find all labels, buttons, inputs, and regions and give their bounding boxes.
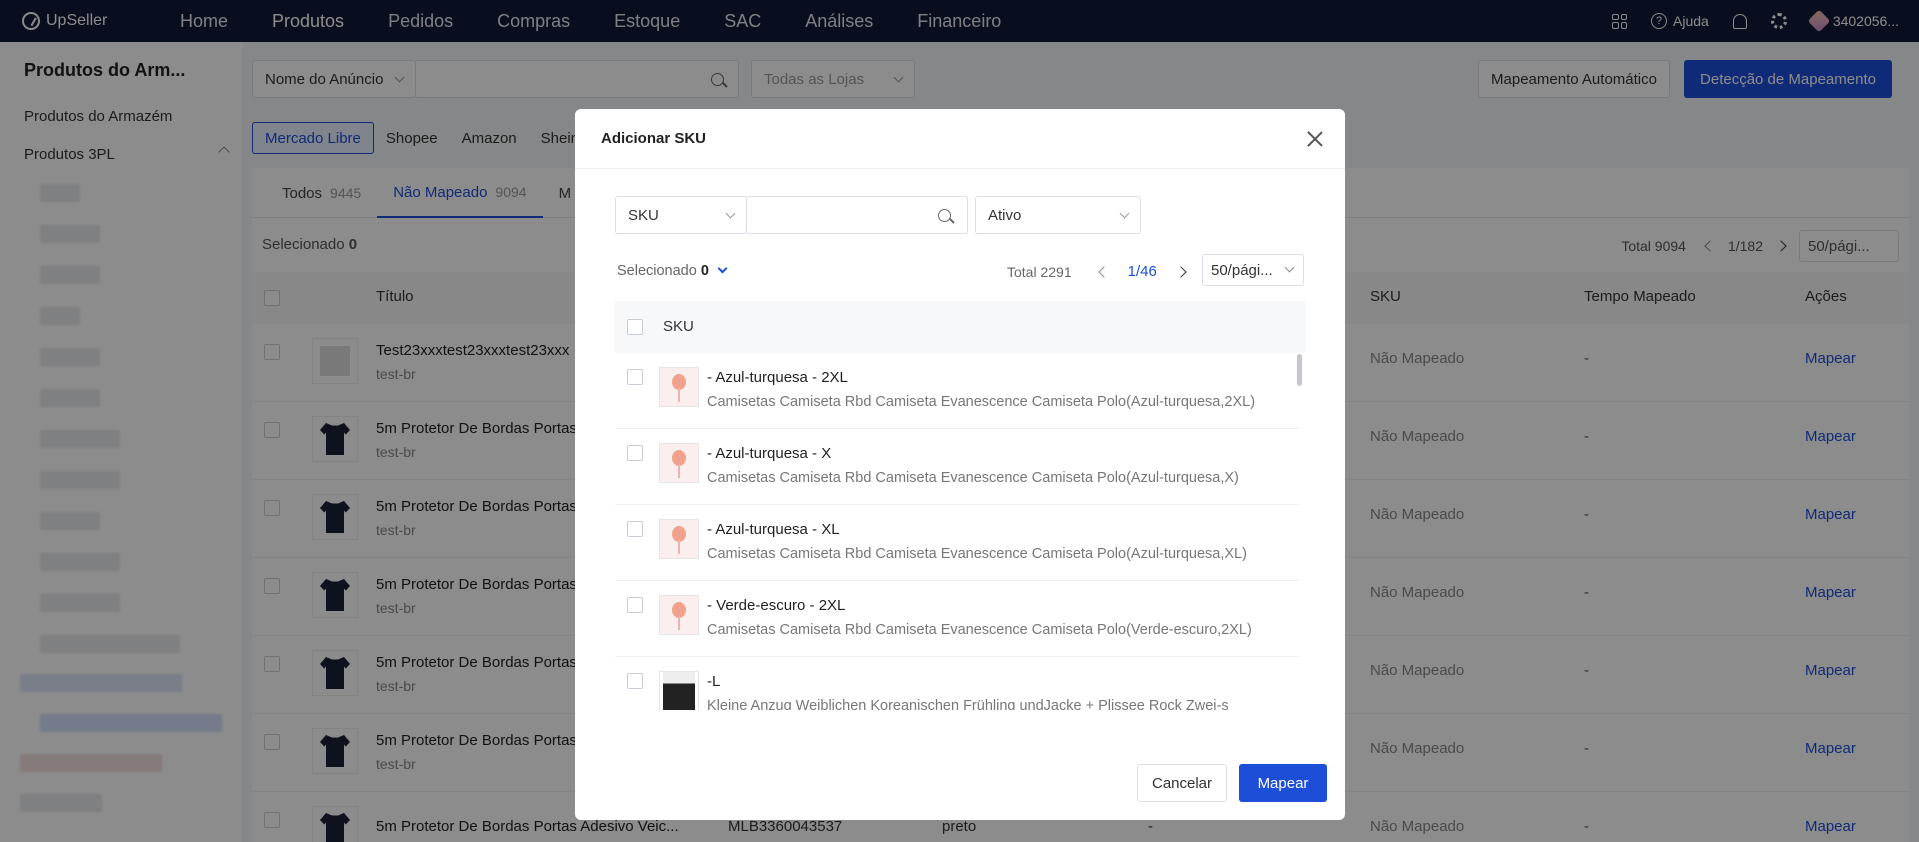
item-description: Camisetas Camiseta Rbd Camiseta Evanesce…: [707, 622, 1252, 638]
modal-page-size-value: 50/pági...: [1211, 261, 1273, 279]
item-description: Camisetas Camiseta Rbd Camiseta Evanesce…: [707, 394, 1256, 410]
chevron-down-icon: [1119, 208, 1130, 219]
item-checkbox[interactable]: [627, 369, 643, 385]
item-checkbox[interactable]: [627, 521, 643, 537]
item-description: Kleine Anzug Weiblichen Koreanischen Frü…: [707, 698, 1229, 710]
item-checkbox[interactable]: [627, 673, 643, 689]
modal-selected-dropdown[interactable]: Selecionado 0: [617, 263, 728, 279]
chevron-down-icon: [717, 263, 728, 274]
chevron-down-icon: [725, 208, 736, 219]
item-thumbnail: [659, 519, 699, 559]
modal-selected-count: 0: [700, 263, 709, 279]
add-sku-modal: Adicionar SKU SKU Ativo Selecionado 0 To…: [575, 109, 1345, 820]
modal-header-sku: SKU: [663, 318, 694, 335]
sku-list[interactable]: - Azul-turquesa - 2XL Camisetas Camiseta…: [615, 353, 1305, 710]
item-name: - Azul-turquesa - XL: [707, 521, 840, 538]
modal-status-select[interactable]: Ativo: [975, 196, 1141, 234]
filter-type-value: SKU: [628, 206, 659, 224]
modal-filter-type-select[interactable]: SKU: [615, 196, 747, 234]
chevron-down-icon: [1284, 262, 1295, 273]
map-button[interactable]: Mapear: [1239, 764, 1327, 802]
item-name: - Azul-turquesa - X: [707, 445, 832, 462]
modal-select-all-checkbox[interactable]: [627, 319, 643, 335]
item-description: Camisetas Camiseta Rbd Camiseta Evanesce…: [707, 546, 1247, 562]
cancel-button[interactable]: Cancelar: [1137, 764, 1227, 802]
modal-pagination: Total 2291 1/46: [1007, 263, 1187, 280]
item-thumbnail: [659, 367, 699, 407]
modal-total: Total 2291: [1007, 263, 1072, 280]
item-checkbox[interactable]: [627, 445, 643, 461]
modal-header: Adicionar SKU: [575, 109, 1345, 169]
modal-selected-label: Selecionado: [617, 263, 697, 279]
list-item[interactable]: - Azul-turquesa - X Camisetas Camiseta R…: [615, 429, 1299, 505]
item-name: -L: [707, 673, 721, 690]
list-scrollbar[interactable]: [1297, 354, 1302, 386]
status-value: Ativo: [988, 206, 1022, 224]
modal-title: Adicionar SKU: [601, 130, 707, 147]
modal-search-input[interactable]: [746, 196, 968, 234]
next-page-icon[interactable]: [1175, 265, 1187, 278]
prev-page-icon[interactable]: [1097, 265, 1110, 278]
list-item[interactable]: - Azul-turquesa - XL Camisetas Camiseta …: [615, 505, 1299, 581]
item-checkbox[interactable]: [627, 597, 643, 613]
item-thumbnail: [659, 595, 699, 635]
list-item[interactable]: - Verde-escuro - 2XL Camisetas Camiseta …: [615, 581, 1299, 657]
close-icon[interactable]: [1307, 131, 1323, 147]
item-name: - Verde-escuro - 2XL: [707, 597, 846, 614]
item-description: Camisetas Camiseta Rbd Camiseta Evanesce…: [707, 470, 1239, 486]
modal-page-size-select[interactable]: 50/pági...: [1202, 254, 1304, 286]
item-thumbnail: [659, 671, 699, 710]
modal-page-indicator: 1/46: [1127, 263, 1157, 280]
item-thumbnail: [659, 443, 699, 483]
search-icon[interactable]: [938, 209, 951, 222]
list-item[interactable]: - Azul-turquesa - 2XL Camisetas Camiseta…: [615, 353, 1299, 429]
item-name: - Azul-turquesa - 2XL: [707, 369, 848, 386]
list-item[interactable]: -L Kleine Anzug Weiblichen Koreanischen …: [615, 657, 1299, 710]
modal-table-header: SKU: [615, 301, 1305, 353]
